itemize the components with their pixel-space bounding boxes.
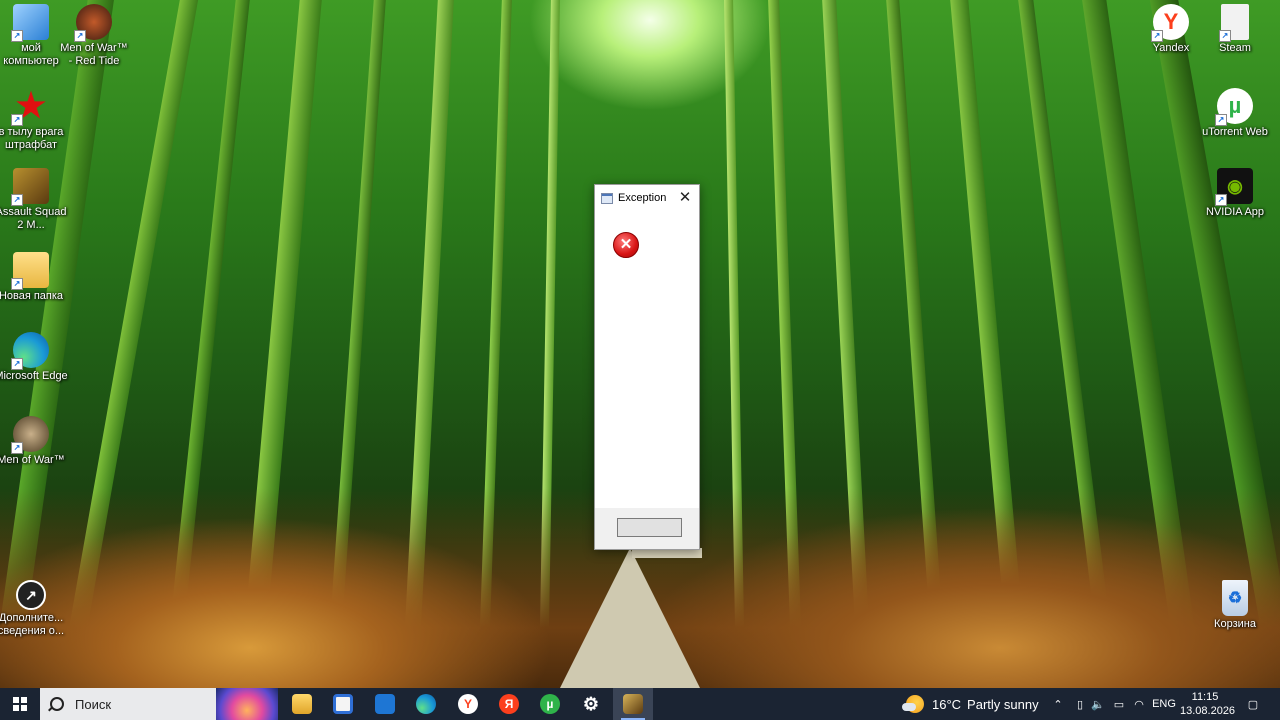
desktop-icon-label: uTorrent Web: [1202, 126, 1268, 138]
taskbar-clock[interactable]: 11:15 13.08.2026: [1180, 690, 1236, 718]
desktop-icon-label: Assault Squad 2 M...: [0, 206, 67, 231]
show-hidden-icons-button[interactable]: ⌃: [1050, 688, 1066, 720]
edge-icon: ↗: [11, 332, 49, 370]
tray-volume[interactable]: 🔈: [1090, 688, 1106, 720]
desktop-icon-label: Microsoft Edge: [0, 370, 68, 382]
store-icon: [333, 694, 353, 714]
file-icon: ↗: [1219, 4, 1249, 42]
desktop-icon-men-of-war-red-tide[interactable]: ↗ Men of War™ - Red Tide: [57, 4, 131, 68]
close-button[interactable]: ✕: [671, 185, 699, 211]
desktop-icon-label: Новая папка: [0, 290, 64, 302]
desktop-icon-steam[interactable]: ↗ Steam: [1198, 4, 1272, 55]
game-icon: ↗: [11, 168, 49, 206]
yandex-icon: Я: [499, 694, 519, 714]
taskbar-app-game[interactable]: [613, 688, 653, 720]
desktop-icon-label: Yandex: [1152, 42, 1190, 54]
yandex-browser-icon: Y: [458, 694, 478, 714]
desktop-icon-label: Steam: [1219, 42, 1251, 54]
search-placeholder: Поиск: [75, 696, 112, 712]
notifications-button[interactable]: ▢: [1240, 688, 1266, 720]
dialog-footer: [595, 508, 699, 549]
game-icon: ↗: [74, 4, 112, 42]
game-icon: [623, 694, 643, 714]
nvidia-icon: ◉ ↗: [1215, 168, 1253, 206]
desktop-icon-label: Дополните... сведения о...: [0, 612, 65, 637]
mail-icon: [375, 694, 395, 714]
exception-dialog: Exception ✕ ✕: [594, 184, 700, 550]
dialog-title: Exception: [618, 192, 667, 204]
computer-icon: ↗: [11, 4, 49, 42]
taskbar-app-mail[interactable]: [365, 688, 405, 720]
taskbar-search-box[interactable]: Поиск: [40, 688, 278, 720]
search-highlight-image: [216, 688, 278, 720]
tray-device-icon[interactable]: ▯: [1072, 688, 1088, 720]
file-explorer-icon: [292, 694, 312, 714]
error-icon: ✕: [613, 232, 639, 258]
yandex-browser-icon: Y ↗: [1151, 4, 1189, 42]
folder-icon: ↗: [11, 252, 49, 290]
edge-icon: [416, 694, 436, 714]
info-icon: ↗: [16, 580, 46, 610]
app-window-icon: [601, 192, 613, 204]
clock-time: 11:15: [1191, 691, 1219, 703]
desktop-icon-label: Корзина: [1214, 618, 1256, 630]
clock-date: 13.08.2026: [1180, 705, 1236, 717]
red-star-icon: ★ ↗: [11, 87, 49, 126]
taskbar-app-file-explorer[interactable]: [282, 688, 322, 720]
desktop-icon-new-folder[interactable]: ↗ Новая папка: [0, 252, 68, 303]
taskbar-app-edge[interactable]: [406, 688, 446, 720]
wifi-icon: ◠: [1134, 698, 1144, 711]
weather-condition: Partly sunny: [967, 696, 1039, 712]
chevron-up-icon: ⌃: [1053, 698, 1063, 711]
game-icon: ↗: [11, 416, 49, 454]
settings-icon: ⚙: [582, 693, 600, 714]
utorrent-icon: µ: [540, 694, 560, 714]
notification-icon: ▢: [1247, 698, 1259, 711]
battery-icon: ▭: [1113, 698, 1125, 711]
close-icon: ✕: [678, 189, 692, 206]
taskbar-app-store[interactable]: [323, 688, 363, 720]
taskbar-app-yandex[interactable]: Я: [489, 688, 529, 720]
language-label: ENG: [1152, 698, 1176, 710]
desktop-icon-label: в тылу врага штрафбат: [0, 126, 64, 151]
language-indicator[interactable]: ENG: [1150, 688, 1178, 720]
desktop-icon-shtrafbat[interactable]: ★ ↗ в тылу врага штрафбат: [0, 87, 68, 152]
desktop-icon-label: Men of War™ - Red Tide: [60, 42, 128, 67]
desktop-icon-yandex[interactable]: Y ↗ Yandex: [1134, 4, 1208, 55]
desktop-icon-label: NVIDIA App: [1205, 206, 1265, 218]
desktop-icon-additional-info[interactable]: ↗ Дополните... сведения о...: [0, 580, 68, 638]
taskbar-app-settings[interactable]: ⚙: [571, 688, 611, 720]
search-icon: [50, 697, 64, 711]
desktop-icon-nvidia-app[interactable]: ◉ ↗ NVIDIA App: [1198, 168, 1272, 219]
taskbar-app-yandex-browser[interactable]: Y: [448, 688, 488, 720]
taskbar-app-utorrent[interactable]: µ: [530, 688, 570, 720]
weather-temperature: 16°C: [932, 696, 962, 712]
desktop-icon-assault-squad-2[interactable]: ↗ Assault Squad 2 M...: [0, 168, 68, 232]
volume-icon: 🔈: [1091, 698, 1105, 711]
taskbar-weather[interactable]: 16°C Partly sunny: [902, 688, 1039, 720]
start-button[interactable]: [0, 688, 40, 720]
desktop-icon-men-of-war[interactable]: ↗ Men of War™: [0, 416, 68, 467]
desktop-icon-microsoft-edge[interactable]: ↗ Microsoft Edge: [0, 332, 68, 383]
usb-icon: ▯: [1076, 698, 1084, 711]
tray-battery[interactable]: ▭: [1110, 688, 1128, 720]
desktop-icon-utorrent-web[interactable]: µ ↗ uTorrent Web: [1198, 88, 1272, 139]
desktop-icon-label: Men of War™: [0, 454, 65, 466]
utorrent-icon: µ ↗: [1215, 88, 1253, 126]
taskbar: Поиск Y Я µ ⚙ 16°C Partly sunny ⌃ ▯ 🔈 ▭ …: [0, 688, 1280, 720]
desktop-icon-recycle-bin[interactable]: ♻ Корзина: [1198, 580, 1272, 631]
partly-sunny-icon: [902, 695, 924, 713]
windows-icon: [13, 697, 27, 711]
recycle-bin-icon: ♻: [1222, 580, 1248, 616]
tray-network[interactable]: ◠: [1130, 688, 1148, 720]
dialog-ok-button[interactable]: [617, 518, 682, 537]
